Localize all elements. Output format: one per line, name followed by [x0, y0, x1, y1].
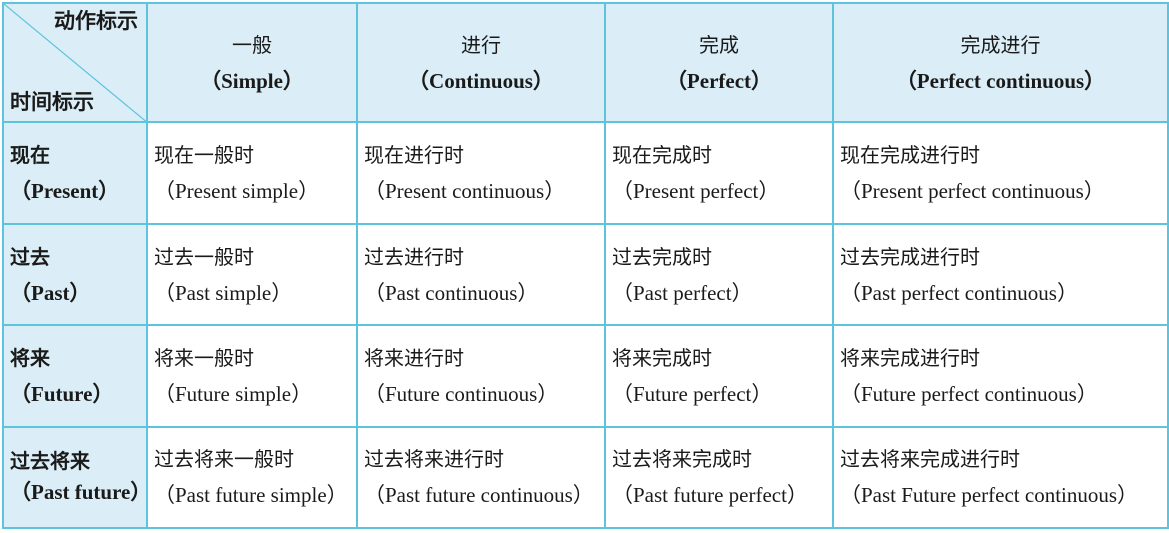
tense-cn: 现在进行时 [364, 143, 464, 168]
tense-en: （Past continuous） [364, 280, 539, 305]
tense-cell: 将来完成进行时 （Future perfect continuous） [832, 324, 1169, 428]
tense-cn: 过去将来完成进行时 [840, 447, 1020, 472]
table-row-present: 现在 （Present） 现在一般时 （Present simple） 现在进行… [2, 121, 1169, 225]
tense-cn: 现在完成进行时 [840, 143, 980, 168]
tense-cell: 将来进行时 （Future continuous） [356, 324, 606, 428]
tense-cn: 现在一般时 [154, 143, 254, 168]
tense-en: （Past Future perfect continuous） [840, 483, 1139, 508]
tense-cell: 现在完成进行时 （Present perfect continuous） [832, 121, 1169, 225]
tense-cn: 将来完成进行时 [840, 345, 980, 370]
tense-en: （Present perfect continuous） [840, 179, 1105, 204]
time-header-past: 过去 （Past） [2, 222, 148, 327]
aspect-header-cn: 进行 [461, 32, 501, 57]
tense-cell: 过去将来完成时 （Past future perfect） [604, 425, 834, 530]
tense-cn: 现在完成时 [612, 143, 712, 168]
tense-cn: 过去进行时 [364, 244, 464, 269]
tense-en: （Past future perfect） [612, 483, 808, 508]
tense-cn: 将来完成时 [612, 345, 712, 370]
tense-cell: 过去进行时 （Past continuous） [356, 222, 606, 327]
tense-cn: 过去完成进行时 [840, 244, 980, 269]
tense-cn: 过去将来完成时 [612, 447, 752, 472]
time-header-cn: 将来 [10, 345, 50, 370]
aspect-header-cn: 完成 [699, 32, 739, 57]
aspect-header-perfect-continuous: 完成进行 （Perfect continuous） [832, 1, 1169, 124]
time-header-cn: 现在 [10, 143, 50, 168]
tense-cell: 现在一般时 （Present simple） [146, 121, 358, 225]
tense-en: （Past perfect） [612, 280, 753, 305]
tense-en: （Future simple） [154, 381, 313, 406]
time-header-en: （Past future） [10, 480, 152, 505]
tense-table: 动作标示 时间标示 一般 （Simple） 进行 （Continuous） 完成… [2, 1, 1169, 530]
tense-cn: 过去将来进行时 [364, 447, 504, 472]
tense-cn: 将来进行时 [364, 345, 464, 370]
tense-cell: 将来一般时 （Future simple） [146, 324, 358, 428]
aspect-header-continuous: 进行 （Continuous） [356, 1, 606, 124]
tense-cn: 过去完成时 [612, 244, 712, 269]
time-header-en: （Present） [10, 179, 120, 204]
aspect-header-cn: 完成进行 [960, 32, 1041, 57]
tense-cell: 过去完成时 （Past perfect） [604, 222, 834, 327]
tense-cell: 过去将来一般时 （Past future simple） [146, 425, 358, 530]
tense-cell: 过去将来进行时 （Past future continuous） [356, 425, 606, 530]
tense-en: （Past future continuous） [364, 483, 594, 508]
tense-cell: 现在完成时 （Present perfect） [604, 121, 834, 225]
corner-time-label: 时间标示 [10, 90, 94, 115]
time-header-future: 将来 （Future） [2, 324, 148, 428]
tense-cell: 过去完成进行时 （Past perfect continuous） [832, 222, 1169, 327]
tense-en: （Future perfect） [612, 381, 773, 406]
header-row: 动作标示 时间标示 一般 （Simple） 进行 （Continuous） 完成… [2, 1, 1169, 124]
tense-cell: 将来完成时 （Future perfect） [604, 324, 834, 428]
time-header-en: （Future） [10, 381, 114, 406]
time-header-cn: 过去 [10, 244, 50, 269]
aspect-header-en: （Perfect continuous） [895, 68, 1106, 93]
tense-cn: 将来一般时 [154, 345, 254, 370]
tense-en: （Past future simple） [154, 483, 348, 508]
tense-en: （Present perfect） [612, 179, 780, 204]
corner-aspect-label: 动作标示 [54, 9, 138, 33]
aspect-header-cn: 一般 [232, 32, 272, 57]
table-row-past-future: 过去将来 （Past future） 过去将来一般时 （Past future … [2, 425, 1169, 530]
time-header-cn: 过去将来 [10, 449, 90, 474]
aspect-header-en: （Continuous） [408, 68, 554, 93]
tense-en: （Past simple） [154, 280, 293, 305]
aspect-header-simple: 一般 （Simple） [146, 1, 358, 124]
time-header-past-future: 过去将来 （Past future） [2, 425, 152, 530]
corner-cell: 动作标示 时间标示 [2, 1, 148, 124]
tense-en: （Present simple） [154, 179, 320, 204]
tense-cn: 过去一般时 [154, 244, 254, 269]
tense-en: （Future continuous） [364, 381, 559, 406]
time-header-en: （Past） [10, 280, 91, 305]
aspect-header-perfect: 完成 （Perfect） [604, 1, 834, 124]
aspect-header-en: （Perfect） [665, 68, 773, 93]
tense-en: （Future perfect continuous） [840, 381, 1098, 406]
tense-en: （Past perfect continuous） [840, 280, 1078, 305]
table-row-past: 过去 （Past） 过去一般时 （Past simple） 过去进行时 （Pas… [2, 222, 1169, 327]
tense-cn: 过去将来一般时 [154, 447, 294, 472]
tense-en: （Present continuous） [364, 179, 566, 204]
aspect-header-en: （Simple） [200, 68, 304, 93]
table-row-future: 将来 （Future） 将来一般时 （Future simple） 将来进行时 … [2, 324, 1169, 428]
tense-cell: 现在进行时 （Present continuous） [356, 121, 606, 225]
tense-cell: 过去将来完成进行时 （Past Future perfect continuou… [832, 425, 1169, 530]
time-header-present: 现在 （Present） [2, 121, 148, 225]
tense-cell: 过去一般时 （Past simple） [146, 222, 358, 327]
